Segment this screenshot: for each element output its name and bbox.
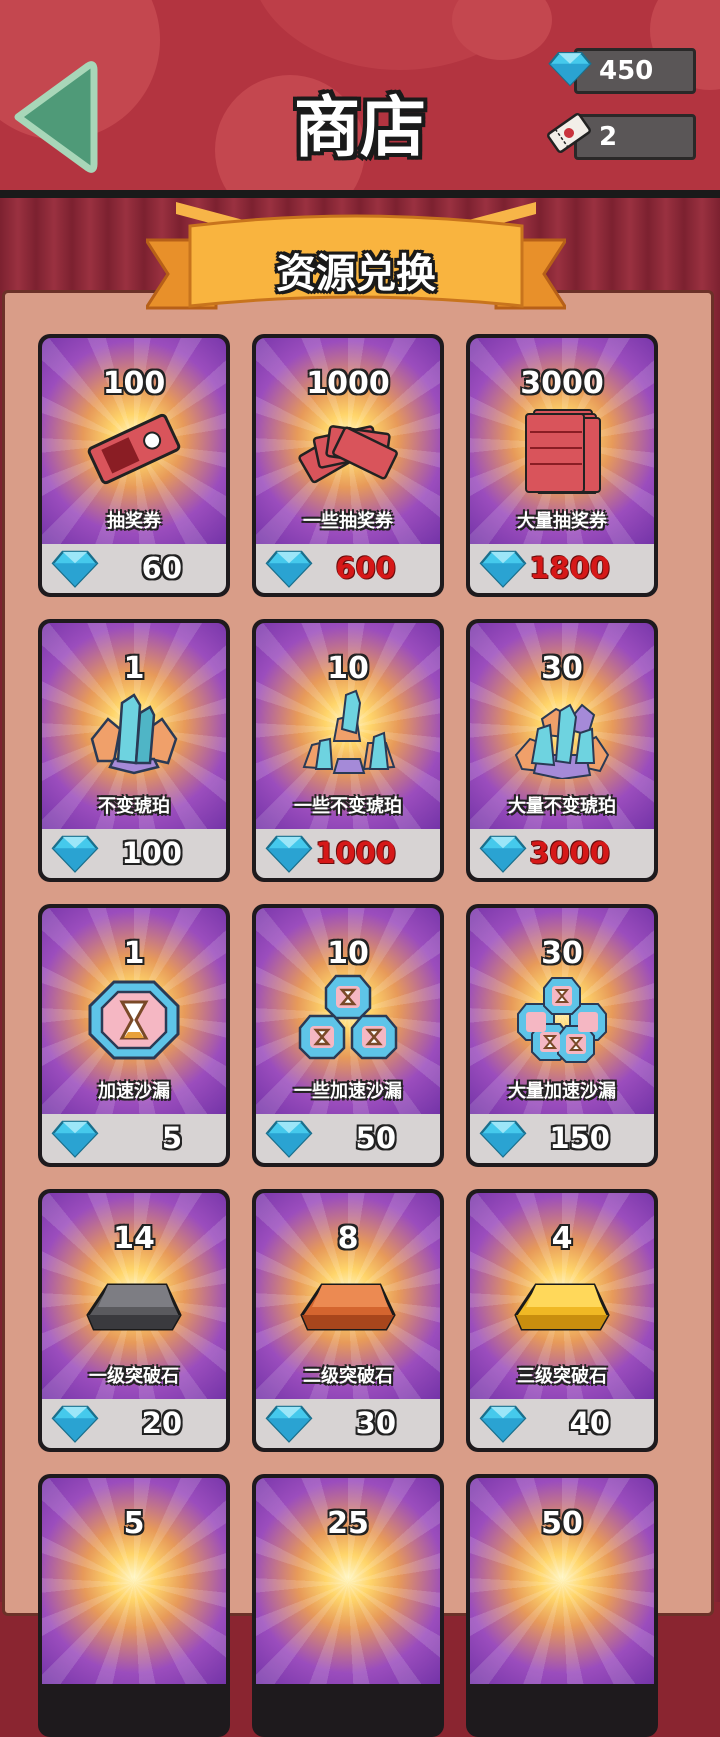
- item-price: 100: [121, 836, 182, 870]
- shop-item-card[interactable]: 100 抽奖券 60: [38, 334, 230, 597]
- item-quantity: 30: [541, 651, 583, 686]
- gem-icon: [479, 550, 527, 588]
- ticket-fan-icon: [298, 425, 398, 484]
- item-name: 一些抽奖券: [303, 511, 393, 532]
- gem-icon: [51, 550, 99, 588]
- shop-item-card[interactable]: 1 不变琥珀 100: [38, 619, 230, 882]
- shop-item-card[interactable]: 3000 大量抽奖券 1800: [466, 334, 658, 597]
- item-name: 抽奖券: [107, 511, 161, 532]
- gem-icon: [265, 1120, 313, 1158]
- item-name: 一些不变琥珀: [294, 796, 402, 817]
- item-name: 三级突破石: [517, 1366, 607, 1387]
- price-bar[interactable]: 30: [256, 1399, 440, 1448]
- ticket-icon: [547, 113, 591, 153]
- shop-item-card[interactable]: 1000 一些抽奖券 600: [252, 334, 444, 597]
- item-quantity: 14: [113, 1221, 155, 1256]
- price-bar[interactable]: 60: [42, 544, 226, 593]
- price-bar[interactable]: 100: [42, 829, 226, 878]
- shop-item-card[interactable]: 4 三级突破石 40: [466, 1189, 658, 1452]
- item-name: 二级突破石: [303, 1366, 393, 1387]
- item-price: 30: [355, 1406, 396, 1440]
- ticket-stack-icon: [525, 409, 601, 494]
- item-quantity: 3000: [520, 366, 604, 401]
- gem-icon: [265, 550, 313, 588]
- copper-ingot-icon: [300, 1283, 396, 1331]
- price-bar[interactable]: 1800: [470, 544, 654, 593]
- price-bar[interactable]: 20: [42, 1399, 226, 1448]
- price-bar[interactable]: 50: [256, 1114, 440, 1163]
- item-quantity: 8: [337, 1221, 359, 1256]
- shop-item-card[interactable]: 8 二级突破石 30: [252, 1189, 444, 1452]
- item-price: 50: [355, 1121, 396, 1155]
- gem-icon: [51, 1405, 99, 1443]
- item-quantity: 30: [541, 936, 583, 971]
- shop-item-card[interactable]: 30 大量加速沙漏 150: [466, 904, 658, 1167]
- item-quantity: 4: [551, 1221, 573, 1256]
- item-price: 150: [549, 1121, 610, 1155]
- shop-item-card[interactable]: 50: [466, 1474, 658, 1737]
- ticket-icon: [87, 413, 181, 485]
- gem-icon: [265, 835, 313, 873]
- gold-ingot-icon: [514, 1283, 610, 1331]
- item-name: 一级突破石: [89, 1366, 179, 1387]
- gem-icon: [548, 52, 592, 87]
- item-name: 大量抽奖券: [517, 511, 607, 532]
- item-price: 60: [141, 551, 182, 585]
- item-name: 大量加速沙漏: [508, 1081, 616, 1102]
- item-price: 20: [141, 1406, 182, 1440]
- shop-item-card[interactable]: 30 大量不变琥珀 3000: [466, 619, 658, 882]
- item-quantity: 5: [123, 1506, 145, 1541]
- gem-icon: [479, 835, 527, 873]
- item-name: 一些加速沙漏: [294, 1081, 402, 1102]
- price-bar[interactable]: 40: [470, 1399, 654, 1448]
- price-bar[interactable]: 150: [470, 1114, 654, 1163]
- iron-ingot-icon: [86, 1283, 182, 1331]
- item-price: 3000: [529, 836, 610, 870]
- item-name: 不变琥珀: [98, 796, 170, 817]
- gem-icon: [265, 1405, 313, 1443]
- hourglasses-icon: [298, 974, 398, 1060]
- item-quantity: 50: [541, 1506, 583, 1541]
- gem-count: 450: [599, 56, 654, 86]
- shop-item-card[interactable]: 10 一些不变琥珀 1000: [252, 619, 444, 882]
- item-quantity: 1: [123, 651, 145, 686]
- price-bar[interactable]: 1000: [256, 829, 440, 878]
- shop-item-card[interactable]: 25: [252, 1474, 444, 1737]
- item-name: 大量不变琥珀: [508, 796, 616, 817]
- item-price: 1800: [529, 551, 610, 585]
- gem-icon: [51, 835, 99, 873]
- item-quantity: 1000: [306, 366, 390, 401]
- gem-counter: 450: [574, 48, 696, 94]
- price-bar[interactable]: 5: [42, 1114, 226, 1163]
- item-price: 5: [161, 1121, 182, 1155]
- shop-item-card[interactable]: 1 加速沙漏 5: [38, 904, 230, 1167]
- section-title: 资源兑换: [276, 251, 436, 297]
- shop-item-card[interactable]: 5: [38, 1474, 230, 1737]
- gem-icon: [479, 1120, 527, 1158]
- amber-crystal-icon: [90, 693, 178, 775]
- shop-item-card[interactable]: 14 一级突破石 20: [38, 1189, 230, 1452]
- ticket-count: 2: [599, 122, 618, 152]
- shop-item-card[interactable]: 10 一些加速沙漏 50: [252, 904, 444, 1167]
- item-quantity: 10: [327, 651, 369, 686]
- price-bar[interactable]: 3000: [470, 829, 654, 878]
- item-quantity: 1: [123, 936, 145, 971]
- item-name: 加速沙漏: [98, 1081, 170, 1102]
- item-quantity: 100: [102, 366, 166, 401]
- item-quantity: 25: [327, 1506, 369, 1541]
- hourglass-icon: [88, 980, 180, 1060]
- item-price: 1000: [315, 836, 396, 870]
- item-quantity: 10: [327, 936, 369, 971]
- amber-crystals-icon: [302, 689, 396, 774]
- gem-icon: [51, 1120, 99, 1158]
- item-price: 40: [569, 1406, 610, 1440]
- gem-icon: [479, 1405, 527, 1443]
- item-price: 600: [335, 551, 396, 585]
- price-bar[interactable]: 600: [256, 544, 440, 593]
- amber-pile-icon: [514, 703, 610, 779]
- hourglass-pile-icon: [517, 977, 607, 1063]
